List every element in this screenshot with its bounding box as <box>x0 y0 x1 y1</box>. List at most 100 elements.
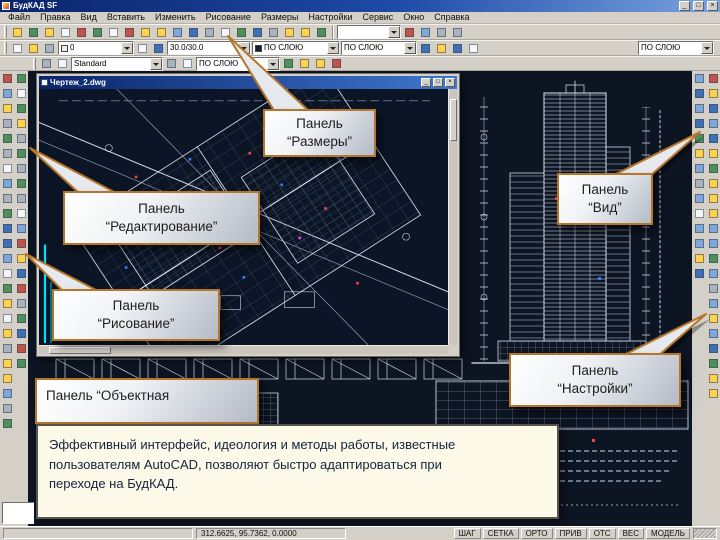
chamfer-icon[interactable] <box>14 296 28 311</box>
layer-states-icon[interactable] <box>26 41 41 56</box>
close-button[interactable]: × <box>707 1 718 11</box>
dim-aligned-icon[interactable] <box>55 56 70 71</box>
named-views-icon[interactable] <box>434 25 449 40</box>
menu-insert[interactable]: Вставить <box>102 12 150 23</box>
pan-point-icon[interactable] <box>706 206 720 221</box>
spline-icon[interactable] <box>0 206 14 221</box>
explode-icon[interactable] <box>14 326 28 341</box>
copy-object-icon[interactable] <box>14 86 28 101</box>
help-icon[interactable] <box>314 25 329 40</box>
measure-icon[interactable] <box>0 401 14 416</box>
ellipse-arc-icon[interactable] <box>0 236 14 251</box>
status-toggle-lineweight[interactable]: ВЕС <box>617 528 645 539</box>
polyline-icon[interactable] <box>0 116 14 131</box>
erase-icon[interactable] <box>14 71 28 86</box>
offset-icon[interactable] <box>14 116 28 131</box>
edit-spline-icon[interactable] <box>14 356 28 371</box>
dim-linear-icon[interactable] <box>39 56 54 71</box>
linetype-combo[interactable]: ПО СЛОЮ <box>341 41 417 55</box>
zoom-out-icon[interactable] <box>706 161 720 176</box>
vertical-scrollbar-thumb[interactable] <box>450 99 457 141</box>
vertical-scrollbar[interactable] <box>448 89 457 345</box>
chevron-down-icon[interactable] <box>121 42 133 54</box>
zoom-object-icon[interactable] <box>706 131 720 146</box>
array-icon[interactable] <box>14 131 28 146</box>
menu-tools[interactable]: Сервис <box>357 12 398 23</box>
menu-settings[interactable]: Настройки <box>303 12 357 23</box>
revision-cloud-icon[interactable] <box>0 191 14 206</box>
menu-edit[interactable]: Правка <box>35 12 75 23</box>
lengthen-icon[interactable] <box>14 206 28 221</box>
chevron-down-icon[interactable] <box>150 57 162 70</box>
object-color-icon[interactable] <box>466 41 481 56</box>
gradient-icon[interactable] <box>0 311 14 326</box>
layer-properties-icon[interactable] <box>692 161 706 176</box>
chevron-down-icon[interactable] <box>267 57 279 70</box>
view-se-iso-icon[interactable] <box>706 341 720 356</box>
stretch-icon[interactable] <box>14 191 28 206</box>
hatch-icon[interactable] <box>0 296 14 311</box>
lineweight-combo[interactable]: ПО СЛОЮ <box>638 41 714 55</box>
menu-window[interactable]: Окно <box>398 12 429 23</box>
aerial-view-icon[interactable] <box>706 221 720 236</box>
toolbar-grip[interactable] <box>4 42 7 54</box>
break-at-point-icon[interactable] <box>14 251 28 266</box>
view-right-icon[interactable] <box>706 281 720 296</box>
region-icon[interactable] <box>0 326 14 341</box>
units-settings-icon[interactable] <box>692 131 706 146</box>
status-toggle-otrack[interactable]: ОТС <box>588 528 616 539</box>
regen-view-icon[interactable] <box>418 25 433 40</box>
text-single-icon[interactable] <box>0 371 14 386</box>
doc-maximize-button[interactable]: □ <box>433 78 443 87</box>
quick-dim-icon[interactable] <box>329 56 344 71</box>
line-icon[interactable] <box>0 71 14 86</box>
sketch-icon[interactable] <box>0 416 14 431</box>
grid-settings-icon[interactable] <box>692 86 706 101</box>
ellipse-icon[interactable] <box>0 221 14 236</box>
resize-grip[interactable] <box>693 528 717 539</box>
make-layer-current-icon[interactable] <box>42 41 57 56</box>
linetype-manager-icon[interactable] <box>418 41 433 56</box>
multiline-style-icon[interactable] <box>692 236 706 251</box>
dim-radius-icon[interactable] <box>164 56 179 71</box>
insert-hyperlink-icon[interactable] <box>202 25 217 40</box>
view-bottom-icon[interactable] <box>706 251 720 266</box>
zoom-window-icon[interactable] <box>266 25 281 40</box>
osnap-settings-icon[interactable] <box>692 101 706 116</box>
trim-icon[interactable] <box>14 221 28 236</box>
window-titlebar[interactable]: БудКАД SF _ □ × <box>0 0 720 12</box>
lineweight-settings-icon[interactable] <box>434 41 449 56</box>
named-view-combo[interactable] <box>337 25 401 39</box>
cut-icon[interactable] <box>106 25 121 40</box>
zoom-extents-icon[interactable] <box>706 191 720 206</box>
chevron-down-icon[interactable] <box>701 42 713 54</box>
layer-previous-icon[interactable] <box>135 41 150 56</box>
status-toggle-model[interactable]: МОДЕЛЬ <box>646 528 690 539</box>
document-window-titlebar[interactable]: Чертеж_2.dwg _ □ × <box>39 76 457 89</box>
toolbar-grip[interactable] <box>4 26 7 38</box>
extend-icon[interactable] <box>14 236 28 251</box>
dim-continue-icon[interactable] <box>281 56 296 71</box>
insert-block-icon[interactable] <box>0 251 14 266</box>
dimension-style-icon[interactable] <box>692 206 706 221</box>
layers-manager-icon[interactable] <box>10 41 25 56</box>
zoom-previous-icon[interactable] <box>282 25 297 40</box>
print-icon[interactable] <box>58 25 73 40</box>
view-sw-iso-icon[interactable] <box>706 326 720 341</box>
multiline-icon[interactable] <box>0 101 14 116</box>
chevron-down-icon[interactable] <box>388 26 400 38</box>
status-toggle-osnap[interactable]: ПРИВ <box>554 528 587 539</box>
zoom-in-icon[interactable] <box>706 146 720 161</box>
dim-angular-icon[interactable] <box>180 56 195 71</box>
save-file-icon[interactable] <box>42 25 57 40</box>
menu-help[interactable]: Справка <box>429 12 474 23</box>
polar-settings-icon[interactable] <box>692 116 706 131</box>
customize-ui-icon[interactable] <box>692 266 706 281</box>
menu-modify[interactable]: Изменить <box>150 12 201 23</box>
mirror-icon[interactable] <box>14 101 28 116</box>
layer-isolate-icon[interactable] <box>151 41 166 56</box>
fillet-icon[interactable] <box>14 311 28 326</box>
horizontal-scrollbar-thumb[interactable] <box>49 347 111 354</box>
undo-icon[interactable] <box>170 25 185 40</box>
plot-style-combo[interactable]: ПО СЛОЮ <box>196 56 280 71</box>
